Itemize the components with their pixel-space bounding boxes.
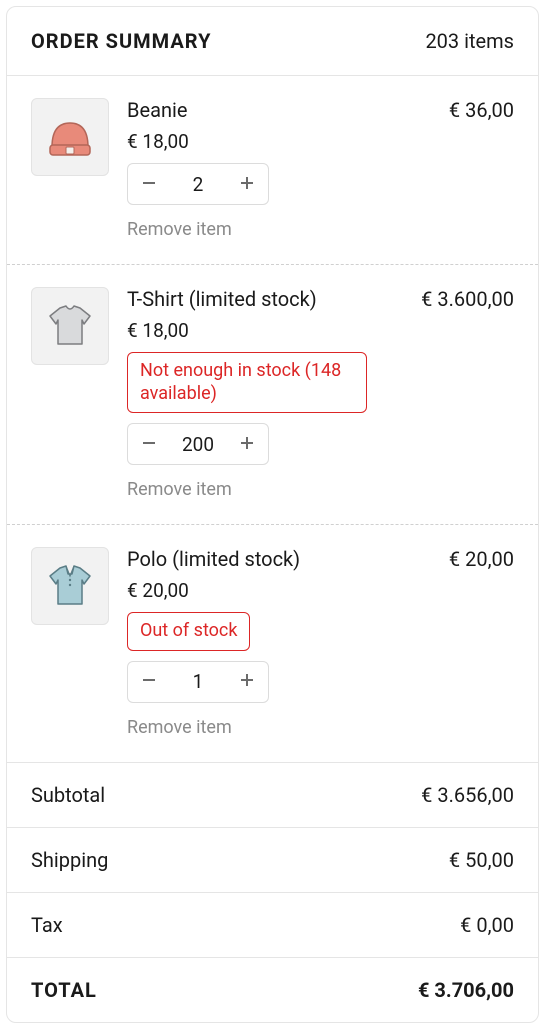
order-item-top-row: Beanie € 36,00	[127, 98, 514, 122]
order-totals: Subtotal € 3.656,00 Shipping € 50,00 Tax…	[7, 762, 538, 1022]
product-thumbnail	[31, 287, 109, 365]
order-item: Beanie € 36,00 € 18,00 2	[7, 76, 538, 264]
quantity-increase-button[interactable]	[226, 164, 268, 204]
order-items-list: Beanie € 36,00 € 18,00 2	[7, 76, 538, 762]
polo-icon	[40, 554, 100, 618]
order-item-body: Beanie € 36,00 € 18,00 2	[127, 98, 514, 240]
minus-icon	[142, 174, 156, 195]
order-summary-item-count: 203 items	[425, 29, 514, 53]
order-summary-header: ORDER SUMMARY 203 items	[7, 7, 538, 76]
grand-total-value: € 3.706,00	[418, 978, 514, 1002]
subtotal-row: Subtotal € 3.656,00	[7, 763, 538, 827]
order-item-body: Polo (limited stock) € 20,00 € 20,00 Out…	[127, 547, 514, 738]
tshirt-icon	[40, 294, 100, 358]
order-item: Polo (limited stock) € 20,00 € 20,00 Out…	[7, 524, 538, 762]
line-total: € 36,00	[449, 98, 514, 122]
beanie-icon	[40, 105, 100, 169]
quantity-increase-button[interactable]	[226, 424, 268, 464]
quantity-stepper: 200	[127, 423, 269, 465]
product-name: T-Shirt (limited stock)	[127, 287, 317, 311]
quantity-decrease-button[interactable]	[128, 662, 170, 702]
remove-item-link[interactable]: Remove item	[127, 479, 514, 500]
quantity-stepper: 1	[127, 661, 269, 703]
subtotal-value: € 3.656,00	[421, 783, 514, 807]
quantity-decrease-button[interactable]	[128, 424, 170, 464]
quantity-stepper: 2	[127, 163, 269, 205]
order-summary-title: ORDER SUMMARY	[31, 29, 212, 53]
quantity-decrease-button[interactable]	[128, 164, 170, 204]
grand-total-label: TOTAL	[31, 978, 97, 1002]
product-thumbnail	[31, 98, 109, 176]
line-total: € 20,00	[449, 547, 514, 571]
remove-item-link[interactable]: Remove item	[127, 717, 514, 738]
plus-icon	[240, 434, 254, 455]
order-item-top-row: T-Shirt (limited stock) € 3.600,00	[127, 287, 514, 311]
quantity-increase-button[interactable]	[226, 662, 268, 702]
order-summary-card: ORDER SUMMARY 203 items Beanie € 36,00	[6, 6, 539, 1023]
minus-icon	[142, 671, 156, 692]
stock-warning: Out of stock	[127, 612, 250, 651]
shipping-value: € 50,00	[449, 848, 514, 872]
tax-label: Tax	[31, 913, 63, 937]
shipping-label: Shipping	[31, 848, 108, 872]
tax-value: € 0,00	[460, 913, 514, 937]
stock-warning: Not enough in stock (148 available)	[127, 352, 367, 413]
unit-price: € 18,00	[127, 319, 514, 342]
product-name: Polo (limited stock)	[127, 547, 300, 571]
grand-total-row: TOTAL € 3.706,00	[7, 957, 538, 1022]
order-item: T-Shirt (limited stock) € 3.600,00 € 18,…	[7, 264, 538, 524]
product-name: Beanie	[127, 98, 187, 122]
subtotal-label: Subtotal	[31, 783, 105, 807]
remove-item-link[interactable]: Remove item	[127, 219, 514, 240]
quantity-value: 2	[170, 173, 226, 196]
minus-icon	[142, 434, 156, 455]
tax-row: Tax € 0,00	[7, 892, 538, 957]
plus-icon	[240, 174, 254, 195]
product-thumbnail	[31, 547, 109, 625]
quantity-value: 1	[170, 670, 226, 693]
order-item-top-row: Polo (limited stock) € 20,00	[127, 547, 514, 571]
line-total: € 3.600,00	[421, 287, 514, 311]
quantity-value: 200	[170, 433, 226, 456]
plus-icon	[240, 671, 254, 692]
unit-price: € 20,00	[127, 579, 514, 602]
unit-price: € 18,00	[127, 130, 514, 153]
shipping-row: Shipping € 50,00	[7, 827, 538, 892]
order-item-body: T-Shirt (limited stock) € 3.600,00 € 18,…	[127, 287, 514, 500]
